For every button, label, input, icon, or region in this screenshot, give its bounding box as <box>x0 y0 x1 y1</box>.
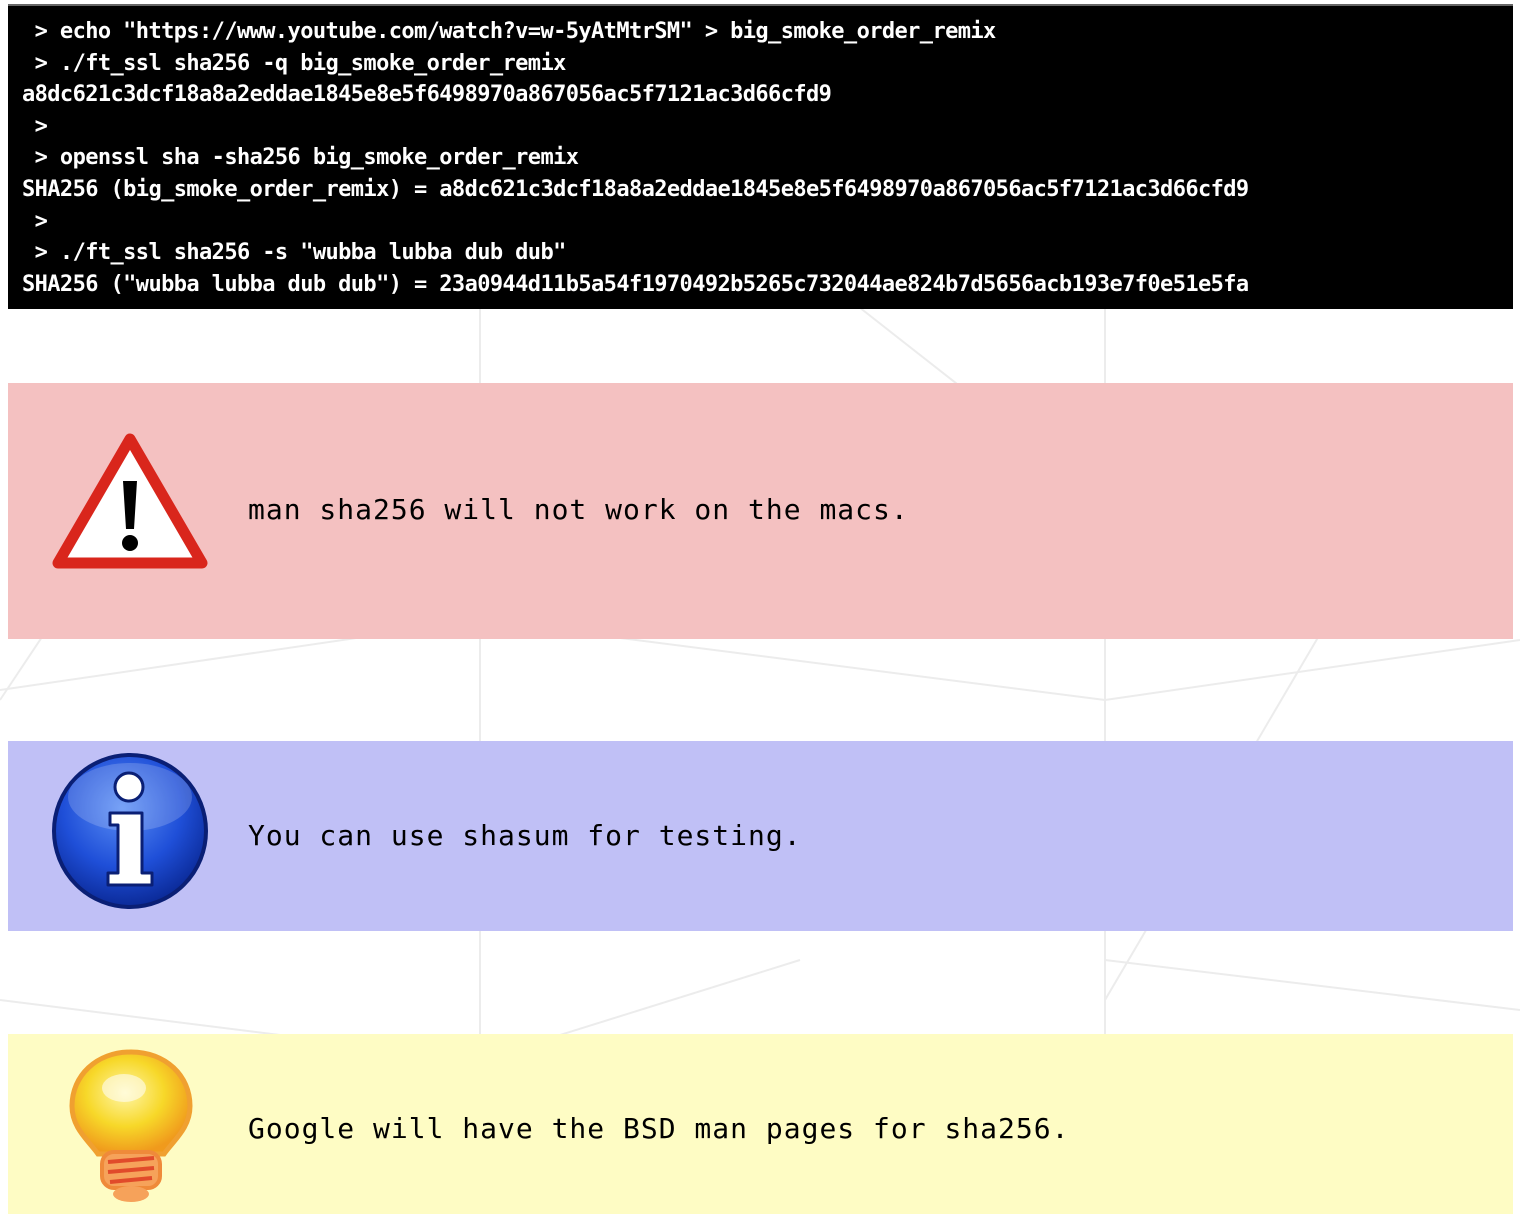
warning-message: man sha256 will not work on the macs. <box>248 493 909 526</box>
warning-note: man sha256 will not work on the macs. <box>8 383 1513 639</box>
terminal-line: a8dc621c3dcf18a8a2eddae1845e8e5f6498970a… <box>22 82 832 108</box>
warning-triangle-icon <box>52 433 208 569</box>
terminal-line: > ./ft_ssl sha256 -q big_smoke_order_rem… <box>22 50 567 76</box>
terminal-line: > <box>22 208 48 234</box>
terminal-line: > ./ft_ssl sha256 -s "wubba lubba dub du… <box>22 240 567 266</box>
terminal-line: > echo "https://www.youtube.com/watch?v=… <box>22 19 997 44</box>
terminal-line: SHA256 (big_smoke_order_remix) = a8dc621… <box>22 176 1249 202</box>
lightbulb-icon <box>69 1049 193 1202</box>
info-message: You can use shasum for testing. <box>248 819 802 852</box>
terminal-line: > <box>22 113 48 139</box>
terminal-output: > echo "https://www.youtube.com/watch?v=… <box>8 4 1513 309</box>
terminal-line: SHA256 ("wubba lubba dub dub") = 23a0944… <box>22 271 1249 297</box>
tip-note: Google will have the BSD man pages for s… <box>8 1034 1513 1214</box>
info-note: You can use shasum for testing. <box>8 741 1513 931</box>
terminal-line: > openssl sha -sha256 big_smoke_order_re… <box>22 145 579 171</box>
info-icon <box>52 753 208 909</box>
tip-message: Google will have the BSD man pages for s… <box>248 1112 1070 1145</box>
